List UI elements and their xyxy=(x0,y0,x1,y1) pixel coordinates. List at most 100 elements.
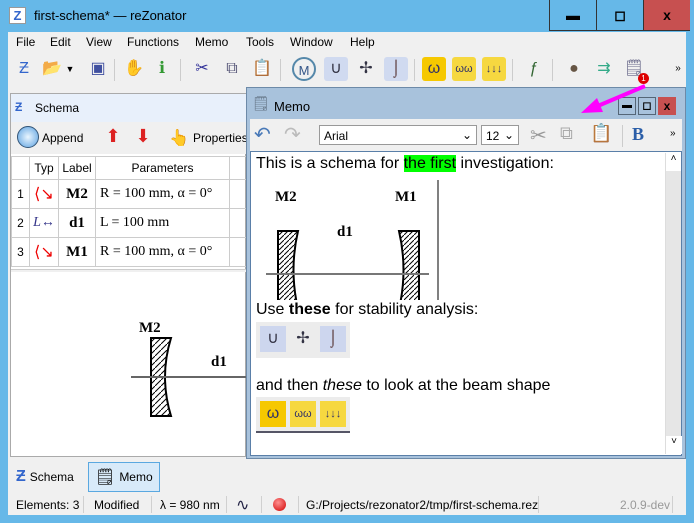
toolbar-separator xyxy=(114,59,115,81)
memo-icon: 🗒 xyxy=(95,469,116,486)
beam-size-icon[interactable]: ω xyxy=(422,57,446,81)
curved-mirror-icon: ⟨↘ xyxy=(29,179,59,209)
move-up-icon[interactable]: ⬆ xyxy=(101,126,125,150)
stability-trend-icon[interactable]: ⌡ xyxy=(384,57,408,81)
tab-schema[interactable]: Ƶ Schema xyxy=(10,462,80,492)
close-button[interactable]: x xyxy=(643,0,690,31)
toolbar-overflow-button[interactable]: » xyxy=(672,57,684,81)
column-typ[interactable]: Typ xyxy=(29,156,59,180)
undo-icon[interactable]: ↶ xyxy=(254,122,271,147)
schema-icon: Ƶ xyxy=(15,100,23,114)
memo-editor[interactable]: This is a schema for the first investiga… xyxy=(250,151,682,456)
paste-icon[interactable]: 📋 xyxy=(250,57,274,81)
move-down-icon[interactable]: ⬇ xyxy=(131,126,155,150)
minimize-button[interactable]: ▬ xyxy=(549,0,596,31)
window-tabs: Ƶ Schema 🗒 Memo xyxy=(8,460,686,492)
memo-line-3: and then these to look at the beam shape xyxy=(256,377,551,394)
maximize-button[interactable]: ◻ xyxy=(596,0,643,31)
bold-button[interactable]: B xyxy=(632,124,644,145)
memo-label-d1: d1 xyxy=(337,224,353,240)
scroll-down-button[interactable]: ˅ xyxy=(666,436,682,454)
table-row[interactable]: 2 L↔ d1 L = 100 mm xyxy=(11,208,247,238)
frequency-icon[interactable]: ƒ xyxy=(522,57,546,81)
memo-window: 🗒 Memo ▬ ◻ x ↶ ↷ Arial ⌄ 12 ⌄ ✂ ⧉ 📋 B » Th… xyxy=(246,87,686,459)
tab-memo[interactable]: 🗒 Memo xyxy=(88,462,160,492)
transfer-icon[interactable]: ⇉ xyxy=(592,57,616,81)
menu-help[interactable]: Help xyxy=(350,35,375,49)
table-row[interactable]: 3 ⟨↘ M1 R = 100 mm, α = 0° xyxy=(11,237,247,267)
cut-icon[interactable]: ✂ xyxy=(530,123,547,148)
cut-icon[interactable]: ✂ xyxy=(190,57,214,81)
paste-icon[interactable]: 📋 xyxy=(590,123,612,144)
beam-size-icon: ω xyxy=(260,401,286,427)
menu-tools[interactable]: Tools xyxy=(246,35,274,49)
open-dropdown-icon[interactable]: ▼ xyxy=(64,57,76,81)
sine-wave-icon: ∿ xyxy=(236,497,250,514)
properties-button[interactable]: Properties xyxy=(193,131,248,145)
menu-window[interactable]: Window xyxy=(290,35,333,49)
schema-window: Ƶ Schema Append ⬆ ⬇ 👆 Properties Typ Lab… xyxy=(10,93,248,457)
stability-toolbar-image: ∪ ✢ ⌡ xyxy=(256,322,350,358)
scroll-up-button[interactable]: ˄ xyxy=(666,153,681,171)
memo-label-m1: M1 xyxy=(395,189,417,205)
chevron-down-icon: ⌄ xyxy=(461,128,472,142)
edit-elements-icon[interactable]: ✋ xyxy=(122,57,146,81)
memo-icon: 🗒 xyxy=(252,95,270,111)
status-modified: Modified xyxy=(94,498,140,512)
open-icon[interactable]: 📂 xyxy=(40,57,64,81)
stability-map-2d-icon[interactable]: ✢ xyxy=(354,57,378,81)
font-size-select[interactable]: 12 ⌄ xyxy=(481,125,519,145)
schema-title: Schema xyxy=(35,101,80,115)
app-icon: Z xyxy=(9,7,26,24)
schema-info-icon[interactable]: ℹ xyxy=(150,57,174,81)
status-bar: Elements: 3 Modified λ = 980 nm ∿ G:/Pro… xyxy=(8,494,686,515)
table-header: Typ Label Parameters xyxy=(11,156,247,180)
copy-icon[interactable]: ⧉ xyxy=(220,57,244,81)
stability-map-icon[interactable]: ∪ xyxy=(324,57,348,81)
multi-beam-icon: ωω xyxy=(290,401,316,427)
append-button[interactable]: Append xyxy=(42,131,83,145)
menu-file[interactable]: File xyxy=(16,35,35,49)
memo-close-button[interactable]: x xyxy=(658,97,676,115)
font-select[interactable]: Arial ⌄ xyxy=(319,125,477,145)
menu-bar: File Edit View Functions Memo Tools Wind… xyxy=(8,32,686,52)
memo-label-m2: M2 xyxy=(275,189,297,205)
stability-map-2d-icon: ✢ xyxy=(296,330,310,347)
stability-trend-icon: ⌡ xyxy=(320,326,346,352)
menu-memo[interactable]: Memo xyxy=(195,35,228,49)
memo-line-1: This is a schema for the first investiga… xyxy=(256,155,554,172)
copy-icon[interactable]: ⧉ xyxy=(560,123,573,144)
toolbar-separator xyxy=(414,59,415,81)
status-version: 2.0.9-dev xyxy=(620,498,671,512)
append-icon xyxy=(17,126,39,148)
status-indicator-icon xyxy=(273,498,286,511)
curved-mirror-icon: ⟨↘ xyxy=(29,237,59,267)
schema-canvas[interactable]: M2 d1 xyxy=(11,272,247,456)
memo-title: Memo xyxy=(274,99,311,114)
memo-toolbar: ↶ ↷ Arial ⌄ 12 ⌄ ✂ ⧉ 📋 B » xyxy=(250,119,682,151)
canvas-mirror-m2[interactable] xyxy=(131,332,247,422)
status-elements: Elements: 3 xyxy=(16,498,80,512)
multi-caustic-icon[interactable]: ↓↓↓ xyxy=(482,57,506,81)
memo-toolbar-overflow[interactable]: » xyxy=(670,128,676,139)
column-label[interactable]: Label xyxy=(58,156,96,180)
new-schema-icon[interactable]: Ƶ xyxy=(12,57,36,81)
menu-edit[interactable]: Edit xyxy=(50,35,71,49)
menu-functions[interactable]: Functions xyxy=(127,35,179,49)
multi-beam-icon[interactable]: ωω xyxy=(452,57,476,81)
menu-view[interactable]: View xyxy=(86,35,112,49)
window-title: first-schema* — reZonator xyxy=(34,8,187,23)
redo-icon[interactable]: ↷ xyxy=(284,122,301,147)
adjust-icon[interactable]: ● xyxy=(562,57,586,81)
memo-line-2: Use these for stability analysis: xyxy=(256,301,479,318)
highlighted-text: the first xyxy=(403,155,457,172)
toolbar-separator xyxy=(280,59,281,81)
multi-caustic-icon: ↓↓↓ xyxy=(320,401,346,427)
table-row[interactable]: 1 ⟨↘ M2 R = 100 mm, α = 0° xyxy=(11,179,247,209)
column-parameters[interactable]: Parameters xyxy=(95,156,230,180)
memo-scrollbar[interactable]: ˄ ˅ xyxy=(665,153,682,454)
save-icon[interactable]: ▣ xyxy=(86,57,110,81)
matrix-icon[interactable]: M xyxy=(292,57,316,81)
status-wavelength[interactable]: λ = 980 nm xyxy=(160,498,220,512)
schema-icon: Ƶ xyxy=(16,468,26,485)
